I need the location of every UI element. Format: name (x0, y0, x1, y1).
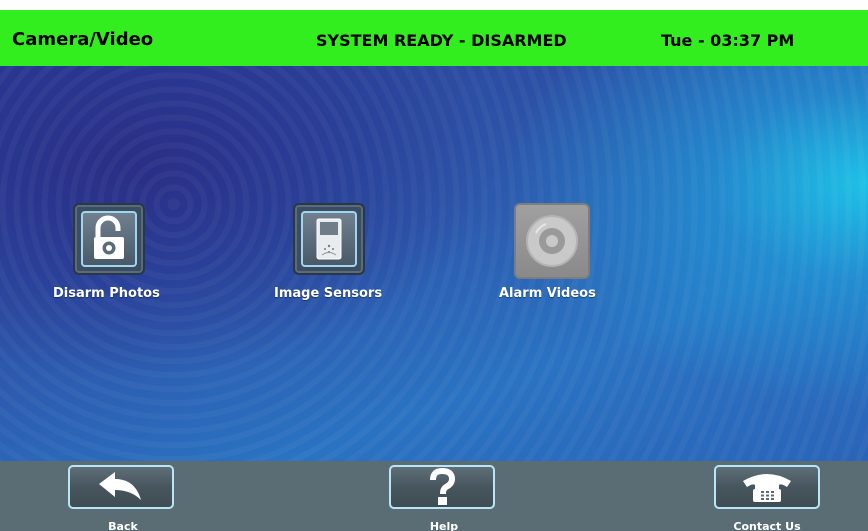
telephone-icon (743, 474, 791, 502)
alarm-videos-button[interactable] (514, 203, 590, 279)
system-status: SYSTEM READY - DISARMED (316, 31, 567, 50)
unlocked-padlock-icon (94, 215, 124, 259)
camera-video-screen: Camera/Video SYSTEM READY - DISARMED Tue… (0, 0, 868, 531)
contact-us-label: Contact Us (733, 520, 801, 531)
help-label: Help (429, 520, 459, 531)
status-header: Camera/Video SYSTEM READY - DISARMED Tue… (0, 0, 868, 66)
image-sensor-icon (316, 218, 342, 260)
alarm-videos-tile[interactable]: Alarm Videos (493, 203, 613, 303)
page-title: Camera/Video (12, 29, 154, 50)
disarm-photos-button[interactable] (73, 203, 145, 275)
main-panel: Disarm Photos Image Sensors Alarm Videos (0, 66, 868, 461)
image-sensors-tile[interactable]: Image Sensors (272, 203, 392, 303)
back-button[interactable] (68, 465, 174, 509)
alarm-videos-label: Alarm Videos (499, 286, 596, 301)
video-disc-icon (526, 215, 578, 267)
image-sensors-button[interactable] (293, 203, 365, 275)
clock-display: Tue - 03:37 PM (661, 31, 795, 50)
help-button[interactable] (389, 465, 495, 509)
disarm-photos-label: Disarm Photos (53, 286, 160, 301)
back-arrow-icon (99, 472, 141, 500)
disarm-photos-tile[interactable]: Disarm Photos (52, 203, 172, 303)
question-mark-icon (430, 467, 456, 505)
image-sensors-label: Image Sensors (274, 286, 383, 301)
contact-us-button[interactable] (714, 465, 820, 509)
back-label: Back (108, 520, 138, 531)
bottom-nav-bar: Back Help Contact Us (0, 461, 868, 531)
